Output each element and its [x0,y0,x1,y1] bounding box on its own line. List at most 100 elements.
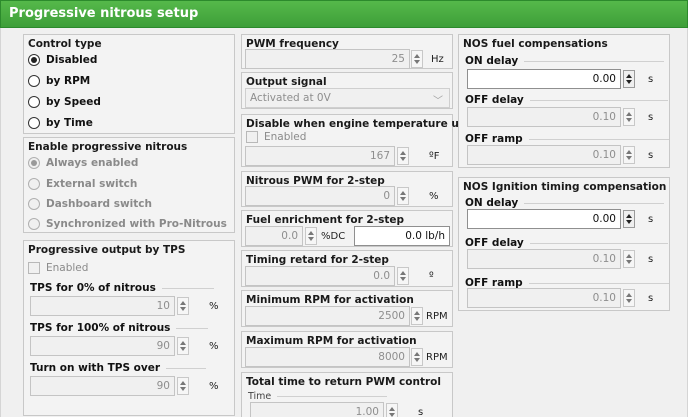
fuel-off-ramp-spinner[interactable] [623,146,635,164]
pwm-frequency-input[interactable]: 25 [245,49,410,69]
total-time-sublabel-text: Time [248,391,272,402]
max-rpm-spinner[interactable] [411,348,423,366]
tps-enabled-checkbox[interactable]: Enabled [28,260,88,276]
ign-off-delay-spinner[interactable] [623,250,635,268]
radio-selected-icon [28,157,40,169]
ign-off-ramp-input[interactable]: 0.10 [467,288,621,308]
progressive-tps-title: Progressive output by TPS [28,244,186,256]
ign-on-delay-spinner[interactable] [623,210,635,228]
timing-retard-spinner[interactable] [397,267,409,285]
turn-on-spinner[interactable] [177,377,189,395]
control-type-panel: Control type Disabled by RPM by Speed by… [23,34,235,134]
disable-temp-input[interactable]: 167 [245,146,395,166]
tps100-spinner[interactable] [177,337,189,355]
tps0-input[interactable]: 10 [30,296,175,316]
fuel-comp-panel: NOS fuel compensations ON delay 0.00 s O… [458,34,670,168]
progressive-tps-panel: Progressive output by TPS Enabled TPS fo… [23,240,235,416]
ign-comp-title: NOS Ignition timing compensation [463,181,667,193]
disable-temp-spinner[interactable] [397,147,409,165]
fuel-enrichment-input[interactable]: 0.0 [245,226,303,246]
total-time-input[interactable]: 1.00 [250,402,384,417]
nitrous-pwm-2step-unit: % [429,191,439,202]
chevron-down-icon: ﹀ [433,96,443,107]
tps100-input[interactable]: 90 [30,336,175,356]
fuel-enrichment-lbh-input[interactable]: 0.0 lb/h [354,226,450,246]
window-title: Progressive nitrous setup [9,6,199,21]
turn-on-label: Turn on with TPS over [30,362,207,374]
tps0-unit: % [209,301,219,312]
fuel-off-ramp-input[interactable]: 0.10 [467,145,621,165]
fuel-on-delay-input[interactable]: 0.00 [467,69,621,89]
radio-disabled[interactable]: Disabled [28,52,97,68]
radio-by-time[interactable]: by Time [28,115,93,131]
checkbox-label: Enabled [46,262,89,274]
max-rpm-title: Maximum RPM for activation [246,335,417,347]
ign-off-delay-input[interactable]: 0.10 [467,249,621,269]
min-rpm-title: Minimum RPM for activation [246,294,414,306]
total-time-title: Total time to return PWM control [246,376,441,388]
radio-dashboard-switch[interactable]: Dashboard switch [28,196,152,212]
checkbox-label: Enabled [264,131,307,143]
radio-label: by Speed [46,96,101,108]
disable-temp-enabled-checkbox[interactable]: Enabled [246,129,306,145]
tps0-label: TPS for 0% of nitrous [30,282,214,294]
nitrous-pwm-2step-input[interactable]: 0 [245,186,395,206]
disable-temp-unit: ºF [429,151,440,162]
timing-retard-input[interactable]: 0.0 [245,266,395,286]
min-rpm-unit: RPM [426,311,448,322]
radio-label: Disabled [46,54,98,66]
radio-icon [28,117,40,129]
tps100-unit: % [209,341,219,352]
fuel-off-ramp-unit: s [648,150,654,161]
nitrous-pwm-2step-panel: Nitrous PWM for 2-step 0 % [241,171,453,207]
fuel-on-delay-label-text: ON delay [465,55,519,67]
turn-on-input[interactable]: 90 [30,376,175,396]
radio-icon [28,198,40,210]
fuel-off-delay-input[interactable]: 0.10 [467,107,621,127]
pwm-frequency-spinner[interactable] [411,50,423,68]
radio-icon [28,96,40,108]
radio-by-rpm[interactable]: by RPM [28,73,90,89]
ign-off-ramp-unit: s [648,293,654,304]
ign-off-ramp-spinner[interactable] [623,289,635,307]
radio-icon [28,218,40,230]
radio-by-speed[interactable]: by Speed [28,94,101,110]
window-title-bar: Progressive nitrous setup [0,0,688,28]
enable-progressive-panel: Enable progressive nitrous Always enable… [23,137,235,233]
output-signal-title: Output signal [246,76,327,88]
timing-retard-title: Timing retard for 2-step [246,254,389,266]
min-rpm-input[interactable]: 2500 [245,306,410,326]
ign-off-delay-label-text: OFF delay [465,237,524,249]
min-rpm-spinner[interactable] [411,307,423,325]
radio-always-enabled[interactable]: Always enabled [28,155,138,171]
fuel-on-delay-label: ON delay [465,55,665,67]
ign-off-delay-unit: s [648,254,654,265]
timing-retard-unit: º [429,271,434,282]
total-time-unit: s [418,407,424,417]
tps100-label-text: TPS for 100% of nitrous [30,322,171,334]
fuel-enrichment-spinner[interactable] [305,227,317,245]
tps0-spinner[interactable] [177,297,189,315]
radio-synchronized-pro-nitrous[interactable]: Synchronized with Pro-Nitrous [28,216,227,232]
radio-label: Synchronized with Pro-Nitrous [46,218,227,230]
ign-on-delay-label: ON delay [465,197,665,209]
output-signal-value: Activated at 0V [250,92,331,104]
nitrous-pwm-2step-spinner[interactable] [397,187,409,205]
total-time-spinner[interactable] [386,403,398,417]
ign-on-delay-label-text: ON delay [465,197,519,209]
fuel-enrichment-panel: Fuel enrichment for 2-step 0.0 %DC 0.0 l… [241,210,453,247]
fuel-off-ramp-label: OFF ramp [465,133,669,145]
fuel-enrichment-title: Fuel enrichment for 2-step [246,214,404,226]
fuel-on-delay-spinner[interactable] [623,70,635,88]
ign-on-delay-input[interactable]: 0.00 [467,209,621,229]
fuel-enrichment-unit: %DC [321,231,346,242]
checkbox-icon [246,131,258,143]
radio-external-switch[interactable]: External switch [28,176,137,192]
enable-progressive-title: Enable progressive nitrous [28,141,188,153]
fuel-on-delay-unit: s [648,74,654,85]
ign-on-delay-unit: s [648,214,654,225]
output-signal-select[interactable]: Activated at 0V ﹀ [245,88,450,108]
radio-label: External switch [46,178,138,190]
max-rpm-input[interactable]: 8000 [245,347,410,367]
fuel-off-delay-spinner[interactable] [623,108,635,126]
